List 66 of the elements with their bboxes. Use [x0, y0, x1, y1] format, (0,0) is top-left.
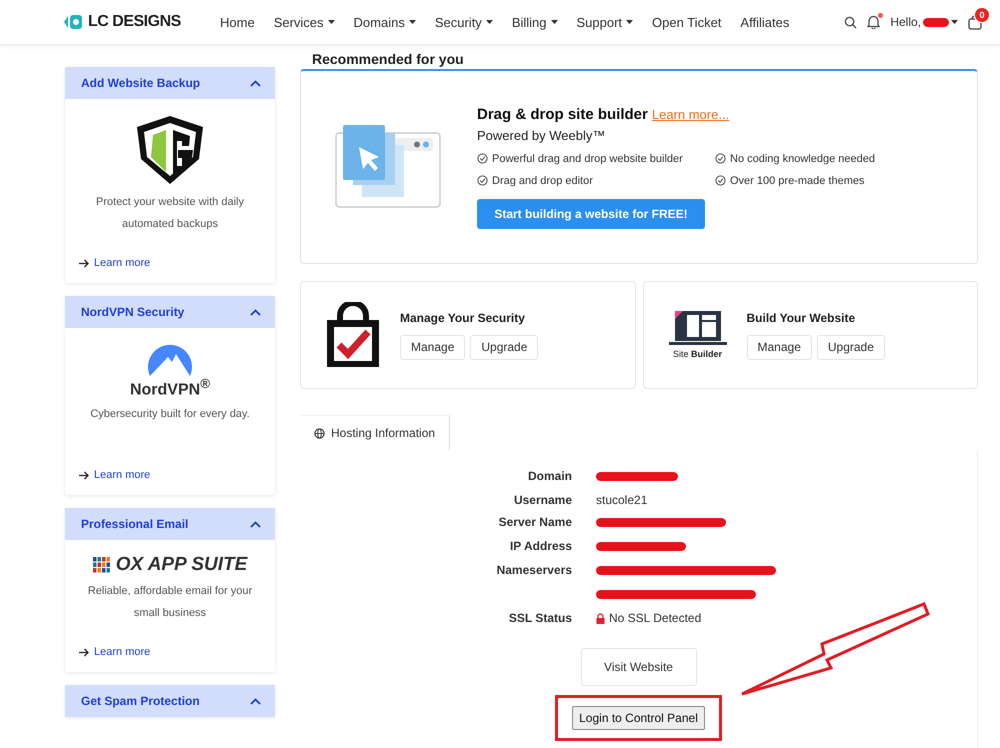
product-button[interactable]: Upgrade: [816, 334, 885, 360]
site-logo[interactable]: LC DESIGNS: [64, 13, 214, 31]
field-value: stucole21: [596, 492, 648, 508]
feature-text: Drag and drop editor: [492, 174, 593, 186]
check-circle-icon: [715, 175, 726, 186]
visit-website-button[interactable]: Visit Website: [580, 648, 696, 686]
nav-link[interactable]: Domains: [354, 14, 416, 30]
card-header[interactable]: Professional Email: [65, 508, 275, 540]
nav-link[interactable]: Services: [274, 14, 335, 30]
site-builder-logo: Site Builder: [668, 311, 726, 359]
feature-text: Over 100 pre-made themes: [730, 174, 865, 186]
search-icon[interactable]: [844, 16, 858, 28]
learn-more-link[interactable]: Learn more: [94, 646, 150, 658]
product-title: Manage Your Security: [400, 310, 526, 324]
nav-link[interactable]: Affiliates: [740, 14, 790, 30]
ox-app-suite-logo: OX APP SUITE: [92, 554, 248, 576]
card-description: Cybersecurity built for every day.: [90, 407, 250, 422]
card-description: Reliable, affordable email for your small business: [86, 584, 254, 622]
product-button[interactable]: Upgrade: [470, 334, 538, 360]
caret-icon: [951, 20, 958, 24]
product-button[interactable]: Manage: [746, 334, 812, 360]
nav-link[interactable]: Open Ticket: [652, 14, 722, 30]
field-label: Nameservers: [496, 562, 572, 579]
product-button[interactable]: Manage: [400, 334, 466, 360]
bell-icon[interactable]: [867, 15, 880, 29]
nordvpn-logo: NordVPN$^{®}$: [130, 342, 210, 400]
field-label: Username: [512, 492, 572, 508]
feature-text: No coding knowledge needed: [730, 152, 875, 164]
learn-more-link[interactable]: Learn more: [94, 469, 150, 482]
product-subtitle: Powered by Weebly™: [477, 128, 606, 142]
globe-icon: [314, 428, 325, 438]
field-label: IP Address: [508, 538, 572, 555]
product-title: Drag & drop site builder Learn more...: [477, 106, 730, 122]
field-label: SSL Status: [508, 610, 572, 626]
card-description: Protect your website with daily automated backups: [95, 195, 245, 232]
nav-link[interactable]: Home: [220, 14, 255, 30]
nav-link[interactable]: Support: [576, 14, 634, 30]
feature-text: Powerful drag and drop website builder: [492, 152, 683, 164]
learn-more-link[interactable]: Learn more: [94, 257, 150, 269]
arrow-right-icon: [79, 470, 89, 480]
nav-link[interactable]: Security: [434, 14, 493, 30]
cart-count-badge: 0: [974, 6, 990, 22]
chevron-up-icon[interactable]: [250, 520, 261, 528]
arrow-right-icon: [79, 648, 89, 657]
card-header[interactable]: NordVPN Security: [65, 296, 275, 328]
check-circle-icon: [477, 175, 488, 186]
field-label: Domain: [526, 468, 572, 485]
section-heading: Recommended for you: [312, 51, 465, 67]
login-control-panel-button[interactable]: Login to Control Panel: [572, 706, 705, 730]
field-value: No SSL Detected: [609, 610, 702, 626]
lock-icon: [596, 612, 605, 624]
card-header[interactable]: Get Spam Protection: [65, 685, 275, 718]
chevron-up-icon[interactable]: [250, 80, 261, 86]
field-label: Server Name: [498, 514, 572, 531]
hosting-tab[interactable]: Hosting Information: [300, 415, 450, 450]
redaction-mark: [923, 18, 949, 26]
check-circle-icon: [477, 153, 488, 164]
nav-link[interactable]: Billing: [512, 14, 558, 30]
card-header[interactable]: Add Website Backup: [65, 67, 275, 99]
chevron-up-icon[interactable]: [250, 698, 261, 705]
lock-check-icon: [326, 302, 380, 368]
product-title: Build Your Website: [746, 310, 856, 324]
arrow-right-icon: [79, 258, 89, 268]
check-circle-icon: [715, 153, 726, 164]
user-menu[interactable]: Hello,: [890, 15, 958, 29]
chevron-up-icon[interactable]: [250, 308, 261, 316]
